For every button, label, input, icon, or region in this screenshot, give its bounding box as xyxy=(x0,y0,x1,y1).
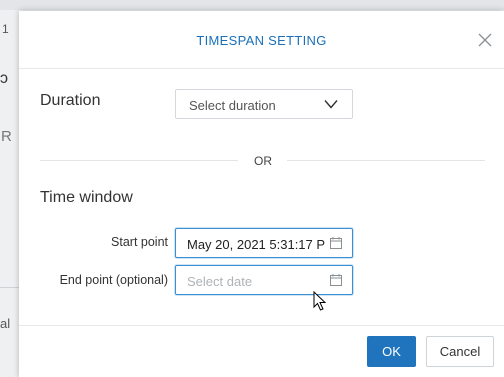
end-point-label: End point (optional) xyxy=(59,273,168,287)
close-icon xyxy=(478,33,492,47)
chevron-down-icon xyxy=(324,100,338,109)
start-point-input[interactable]: May 20, 2021 5:31:17 P xyxy=(175,228,353,258)
background-text-fragment: al xyxy=(0,316,11,331)
calendar-icon[interactable] xyxy=(330,274,342,286)
background-text-fragment: 1 xyxy=(2,22,9,36)
dialog-footer-divider xyxy=(19,325,504,326)
end-point-placeholder: Select date xyxy=(187,274,253,289)
calendar-icon[interactable] xyxy=(330,237,342,249)
duration-select[interactable]: Select duration xyxy=(175,89,353,119)
background-app-strip xyxy=(0,0,504,10)
dialog-header: TIMESPAN SETTING xyxy=(19,11,504,69)
or-divider-left xyxy=(40,160,238,161)
duration-placeholder: Select duration xyxy=(189,98,276,113)
ok-button[interactable]: OK xyxy=(367,336,416,367)
cancel-button[interactable]: Cancel xyxy=(426,336,494,367)
close-button[interactable] xyxy=(476,31,494,49)
dialog-title: TIMESPAN SETTING xyxy=(196,33,327,48)
or-separator: OR xyxy=(254,154,272,168)
duration-label: Duration xyxy=(40,92,101,109)
start-point-value: May 20, 2021 5:31:17 P xyxy=(187,237,326,252)
background-text-fragment: R xyxy=(1,128,12,145)
timespan-dialog: TIMESPAN SETTING Duration Select duratio… xyxy=(19,11,504,377)
background-divider xyxy=(0,287,20,288)
or-divider-right xyxy=(287,160,485,161)
background-text-fragment: ɔ xyxy=(0,70,8,87)
time-window-label: Time window xyxy=(40,189,133,206)
mouse-cursor-icon xyxy=(313,291,327,311)
start-point-label: Start point xyxy=(111,235,168,249)
